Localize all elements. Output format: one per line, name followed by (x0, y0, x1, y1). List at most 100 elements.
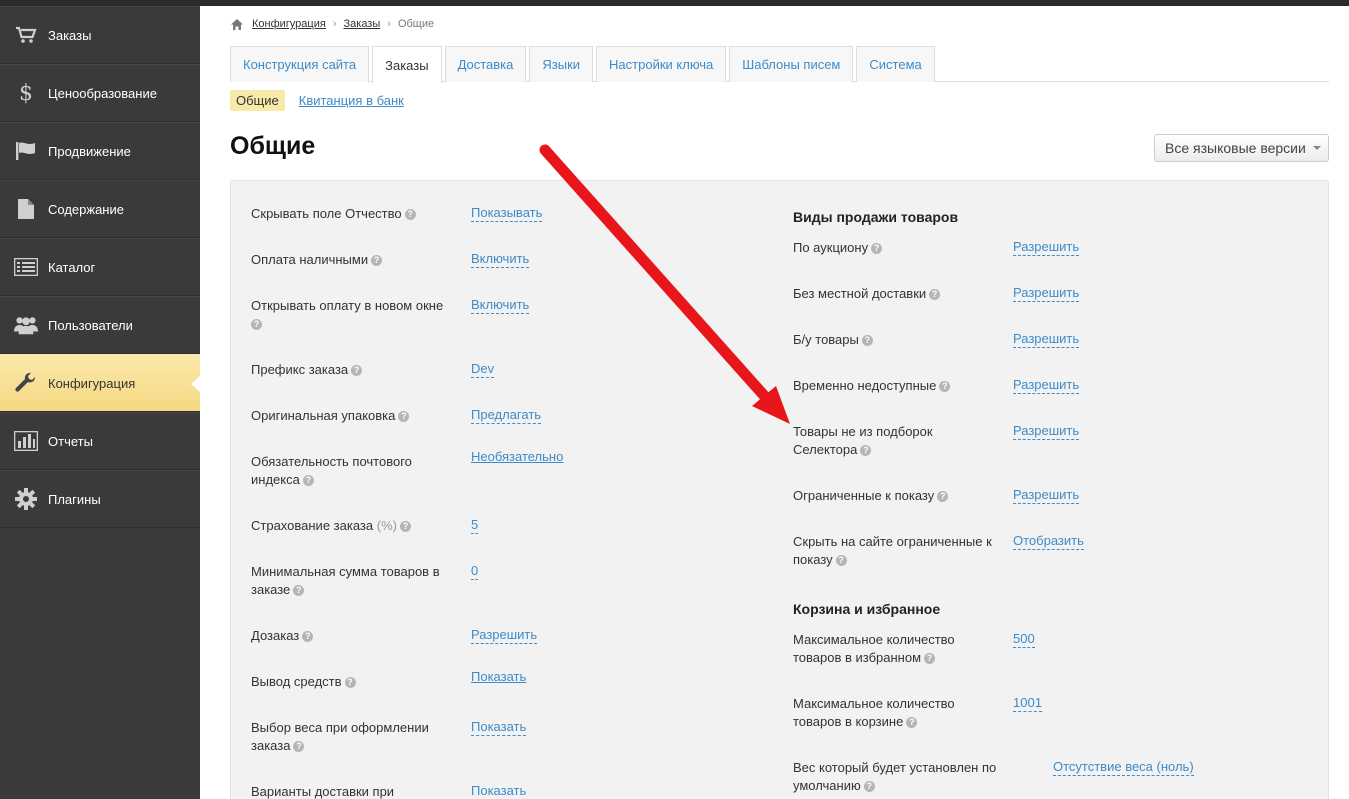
sidebar-item-reports[interactable]: Отчеты (0, 412, 200, 470)
help-icon[interactable]: ? (251, 319, 262, 331)
bar-chart-icon (14, 429, 38, 453)
tab-system[interactable]: Система (856, 46, 935, 82)
setting-label: Вывод средств (251, 674, 342, 689)
setting-label: Скрывать поле Отчество (251, 206, 402, 221)
breadcrumb-link-configuration[interactable]: Конфигурация (252, 18, 326, 30)
setting-label: Префикс заказа (251, 362, 349, 377)
setting-value-payment-new-window[interactable]: Включить (471, 297, 530, 314)
sidebar-item-plugins[interactable]: Плагины (0, 470, 200, 528)
language-versions-dropdown[interactable]: Все языковые версии (1154, 134, 1329, 162)
users-icon (14, 313, 38, 337)
setting-value-order-prefix[interactable]: Dev (471, 361, 495, 378)
help-icon[interactable]: ? (399, 521, 411, 533)
page-title: Общие (230, 132, 316, 160)
sidebar-item-pricing[interactable]: $ Ценообразование (0, 64, 200, 122)
setting-label: Товары не из подборок (793, 424, 933, 439)
help-icon[interactable]: ? (929, 289, 941, 301)
help-icon[interactable]: ? (293, 585, 305, 597)
setting-value-auction[interactable]: Разрешить (1013, 239, 1080, 256)
setting-value-hide-patronymic[interactable]: Показывать (471, 205, 543, 222)
help-icon[interactable]: ? (398, 411, 410, 423)
help-icon[interactable]: ? (861, 335, 873, 347)
help-icon[interactable]: ? (351, 365, 363, 377)
subtabs: Общие Квитанция в банк (230, 90, 420, 111)
home-icon[interactable] (231, 18, 243, 30)
tab-site-construction[interactable]: Конструкция сайта (230, 46, 370, 82)
subtab-general[interactable]: Общие (230, 90, 285, 111)
sidebar-item-label: Пользователи (48, 317, 133, 333)
list-icon (14, 255, 38, 279)
top-bar (200, 0, 1349, 6)
help-icon[interactable]: ? (863, 781, 875, 793)
breadcrumb-current: Общие (397, 18, 435, 30)
setting-row: Обязательность почтового индекса? (251, 453, 412, 489)
setting-value-withdrawal[interactable]: Показать (471, 669, 526, 685)
setting-value-restricted-display[interactable]: Разрешить (1013, 487, 1080, 504)
wrench-icon (14, 371, 38, 395)
setting-label: Селектора (793, 442, 858, 457)
setting-value-insurance[interactable]: 5 (471, 517, 479, 534)
help-icon[interactable]: ? (835, 555, 847, 567)
help-icon[interactable]: ? (860, 445, 872, 457)
setting-label: Максимальное количество (793, 632, 955, 647)
tab-key-settings[interactable]: Настройки ключа (596, 46, 727, 82)
sidebar-item-users[interactable]: Пользователи (0, 296, 200, 354)
sidebar-item-content[interactable]: Содержание (0, 180, 200, 238)
setting-value-default-weight[interactable]: Отсутствие веса (ноль) (1053, 759, 1194, 776)
help-icon[interactable]: ? (939, 381, 951, 393)
setting-value-max-cart[interactable]: 1001 (1013, 695, 1042, 712)
sidebar-item-label: Продвижение (48, 143, 131, 159)
setting-row: Выбор веса при оформлении заказа? (251, 719, 429, 755)
breadcrumb-link-orders[interactable]: Заказы (344, 18, 381, 30)
setting-value-reorder[interactable]: Разрешить (471, 627, 538, 644)
setting-value-cash-payment[interactable]: Включить (471, 251, 530, 268)
setting-label-suffix: (%) (376, 518, 397, 533)
setting-label: Ограниченные к показу (793, 488, 935, 503)
setting-label: Выбор веса при оформлении (251, 720, 429, 735)
settings-panel: Скрывать поле Отчество? Показывать Оплат… (230, 180, 1329, 799)
help-icon[interactable]: ? (293, 741, 305, 753)
setting-value-hide-restricted[interactable]: Отобразить (1013, 533, 1084, 550)
subtab-bank-receipt[interactable]: Квитанция в банк (295, 90, 410, 111)
setting-value-min-order-sum[interactable]: 0 (471, 563, 479, 580)
tab-languages[interactable]: Языки (529, 46, 594, 82)
help-icon[interactable]: ? (404, 209, 416, 221)
setting-value-no-local-delivery[interactable]: Разрешить (1013, 285, 1080, 302)
setting-row: Временно недоступные? (793, 377, 951, 395)
help-icon[interactable]: ? (371, 255, 383, 267)
setting-value-used-goods[interactable]: Разрешить (1013, 331, 1080, 348)
setting-row: Минимальная сумма товаров в заказе? (251, 563, 440, 599)
help-icon[interactable]: ? (906, 717, 918, 729)
setting-row: Ограниченные к показу? (793, 487, 949, 505)
setting-row: Товары не из подборок Селектора? (793, 423, 933, 459)
setting-value-weight-selection[interactable]: Показать (471, 719, 527, 736)
tab-email-templates[interactable]: Шаблоны писем (729, 46, 854, 82)
sidebar-item-catalog[interactable]: Каталог (0, 238, 200, 296)
setting-value-temporarily-unavailable[interactable]: Разрешить (1013, 377, 1080, 394)
help-icon[interactable]: ? (937, 491, 949, 503)
help-icon[interactable]: ? (344, 677, 356, 689)
tab-delivery[interactable]: Доставка (444, 46, 527, 82)
setting-row: Вес который будет установлен по умолчанию… (793, 759, 996, 795)
setting-label: Скрыть на сайте ограниченные к (793, 534, 992, 549)
setting-row: Открывать оплату в новом окне? (251, 297, 443, 333)
help-icon[interactable]: ? (302, 475, 314, 487)
language-versions-label: Все языковые версии (1165, 140, 1306, 156)
tab-orders[interactable]: Заказы (372, 46, 442, 83)
setting-value-not-in-selector[interactable]: Разрешить (1013, 423, 1080, 440)
setting-label: индекса (251, 472, 300, 487)
document-icon (14, 197, 38, 221)
setting-value-original-packaging[interactable]: Предлагать (471, 407, 542, 424)
help-icon[interactable]: ? (302, 631, 314, 643)
setting-label: Вес который будет установлен по (793, 760, 997, 775)
setting-value-max-favorites[interactable]: 500 (1013, 631, 1035, 648)
setting-value-delivery-variants[interactable]: Показать (471, 783, 526, 799)
help-icon[interactable]: ? (924, 653, 936, 665)
sidebar-item-promotion[interactable]: Продвижение (0, 122, 200, 180)
sidebar-item-orders[interactable]: Заказы (0, 6, 200, 64)
setting-label: заказе (251, 582, 291, 597)
sidebar-item-configuration[interactable]: Конфигурация (0, 354, 200, 412)
setting-label: Варианты доставки при (251, 784, 395, 799)
help-icon[interactable]: ? (871, 243, 883, 255)
setting-value-postal-index[interactable]: Необязательно (471, 449, 563, 465)
